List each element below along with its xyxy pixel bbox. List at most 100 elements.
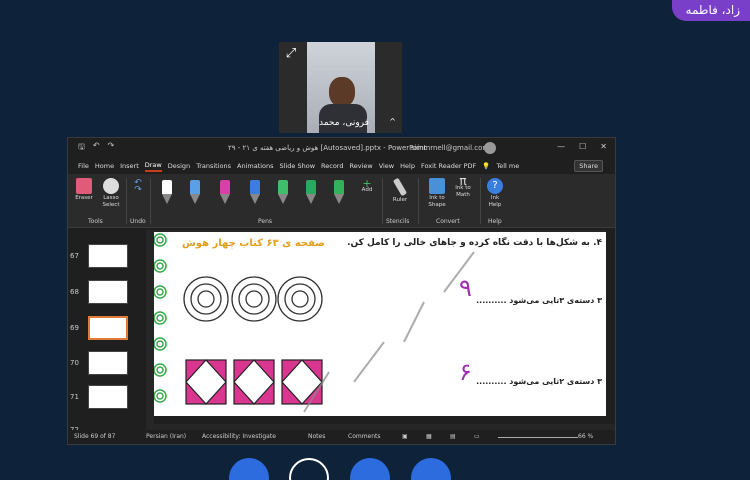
pen-light-blue[interactable] (188, 180, 202, 208)
undo-ribbon-icon[interactable]: ↶ ↷ (130, 179, 146, 195)
thumbnail-71[interactable]: 71 (68, 385, 138, 415)
thumbnail-70[interactable]: 70 (68, 351, 138, 381)
pen-green-2[interactable] (332, 180, 346, 208)
caret-up-icon[interactable]: ^ (389, 117, 396, 126)
ruler-icon (392, 177, 408, 197)
ink-to-shape-icon (429, 178, 445, 194)
participant-video-tile[interactable]: ⤢ فرونی، محمد ^ (279, 42, 402, 133)
maximize-icon[interactable]: ☐ (579, 142, 586, 151)
thumbnail-image-selected[interactable] (88, 316, 128, 340)
participant-name: فرونی، محمد (319, 118, 369, 128)
tab-transitions[interactable]: Transitions (196, 162, 231, 170)
share-button[interactable]: Share (574, 160, 603, 172)
redo-icon[interactable]: ↷ (108, 141, 115, 155)
pi-icon: π (459, 174, 467, 188)
camera-toggle-button[interactable] (289, 458, 329, 480)
slide-row1-text: ۳ دسته‌ی ۳تایی می‌شود .......... (476, 296, 602, 305)
slideshow-icon[interactable]: ▭ (474, 433, 480, 440)
eraser-label: Eraser (75, 195, 93, 201)
tab-animations[interactable]: Animations (237, 162, 274, 170)
thumbnail-67[interactable]: 67 (68, 244, 138, 274)
tab-design[interactable]: Design (168, 162, 190, 170)
status-bar: Slide 69 of 87 Persian (Iran) Accessibil… (68, 430, 615, 444)
notes-button[interactable]: Notes (308, 433, 325, 440)
pen-pink[interactable] (218, 180, 232, 208)
undo-icon[interactable]: ↶ (93, 141, 100, 155)
slide-heading: صفحه ی ۶۳ کتاب چهار هوش (182, 238, 325, 249)
thumbnail-image[interactable] (88, 385, 128, 409)
zoom-level[interactable]: 66 % (578, 433, 593, 440)
slide-sorter-icon[interactable]: ▦ (426, 433, 432, 440)
tab-foxit[interactable]: Foxit Reader PDF (421, 162, 476, 170)
window-title: هوش و ریاضی هفته ی ۲۱ - ۲۹ [Autosaved].p… (228, 144, 427, 152)
add-label: Add (361, 187, 373, 193)
tab-home[interactable]: Home (95, 162, 114, 170)
tab-slide-show[interactable]: Slide Show (280, 162, 315, 170)
share-screen-button[interactable] (229, 458, 269, 480)
reading-view-icon[interactable]: ▤ (450, 433, 456, 440)
save-icon[interactable]: 🖫 (78, 141, 85, 155)
tab-file[interactable]: File (78, 162, 89, 170)
tools-group-label: Tools (88, 218, 103, 225)
thumbnail-69[interactable]: 69 (68, 316, 138, 346)
participant-head (329, 77, 355, 107)
slide-horizontal-scrollbar[interactable] (154, 416, 606, 424)
comments-button[interactable]: Comments (348, 433, 381, 440)
phone-button[interactable] (350, 458, 390, 480)
title-bar: 🖫 ↶ ↷ هوش و ریاضی هفته ی ۲۱ - ۲۹ [Autosa… (68, 138, 615, 158)
lightbulb-icon[interactable]: 💡 (482, 162, 490, 170)
thumbnail-image[interactable] (88, 351, 128, 375)
language-status[interactable]: Persian (Iran) (146, 433, 186, 440)
ink-to-math-button[interactable]: π Ink to Math (450, 174, 476, 199)
thumb-number: 70 (70, 359, 79, 367)
pen-blue[interactable] (248, 180, 262, 208)
concentric-circles (183, 276, 323, 322)
slide-canvas[interactable]: صفحه ی ۶۳ کتاب چهار هوش ۴. به شکل‌ها با … (154, 232, 606, 416)
lasso-icon (103, 178, 119, 194)
thumb-number: 67 (70, 252, 79, 260)
ruler-button[interactable]: Ruler (388, 177, 412, 204)
eraser-icon (76, 178, 92, 194)
thumb-number: 68 (70, 288, 79, 296)
tell-me-search[interactable]: Tell me (496, 162, 519, 170)
tab-draw[interactable]: Draw (144, 161, 162, 172)
tab-help[interactable]: Help (400, 162, 415, 170)
microphone-button[interactable] (411, 458, 451, 480)
lasso-select-button[interactable]: Lasso Select (98, 178, 124, 209)
slide-graphics (154, 233, 475, 413)
workspace: 67 68 69 70 71 72 (68, 230, 615, 434)
pen-white[interactable] (160, 180, 174, 208)
tab-insert[interactable]: Insert (120, 162, 139, 170)
thumbnail-68[interactable]: 68 (68, 280, 138, 310)
accessibility-status[interactable]: Accessibility: Investigate (202, 433, 276, 440)
minimize-icon[interactable]: — (557, 142, 565, 151)
avatar[interactable] (484, 142, 496, 154)
add-pen-button[interactable]: + Add (358, 177, 376, 194)
thumbnails-scrollbar[interactable] (138, 230, 146, 430)
slide-thumbnails-pane[interactable]: 67 68 69 70 71 72 (68, 230, 138, 434)
zoom-slider[interactable] (498, 437, 578, 438)
thumbnail-image[interactable] (88, 280, 128, 304)
eraser-button[interactable]: Eraser (72, 178, 96, 202)
ink-to-shape-label: Ink to Shape (428, 195, 446, 208)
plus-icon: + (362, 177, 372, 190)
thumbnail-image[interactable] (88, 244, 128, 268)
lasso-label: Lasso Select (102, 195, 120, 208)
handwritten-answer-2: ۶ (459, 358, 472, 386)
tab-review[interactable]: Review (349, 162, 372, 170)
participant-name-badge: زاد، فاطمه (671, 0, 750, 21)
pen-green-dark[interactable] (304, 180, 318, 208)
expand-icon[interactable]: ⤢ (283, 46, 299, 62)
thumb-number: 69 (70, 324, 79, 332)
tab-record[interactable]: Record (321, 162, 343, 170)
tab-view[interactable]: View (379, 162, 394, 170)
normal-view-icon[interactable]: ▣ (402, 433, 408, 440)
pen-green[interactable] (276, 180, 290, 208)
account-email: simmrnell@gmail.com (411, 144, 490, 152)
ink-to-shape-button[interactable]: Ink to Shape (424, 178, 450, 209)
help-group-label: Help (488, 218, 502, 225)
slide-vertical-scrollbar[interactable] (606, 230, 615, 424)
ink-help-button[interactable]: ? Ink Help (484, 178, 506, 209)
slide-row2-text: ۳ دسته‌ی ۲تایی می‌شود .......... (476, 377, 602, 386)
close-icon[interactable]: ✕ (600, 142, 607, 151)
